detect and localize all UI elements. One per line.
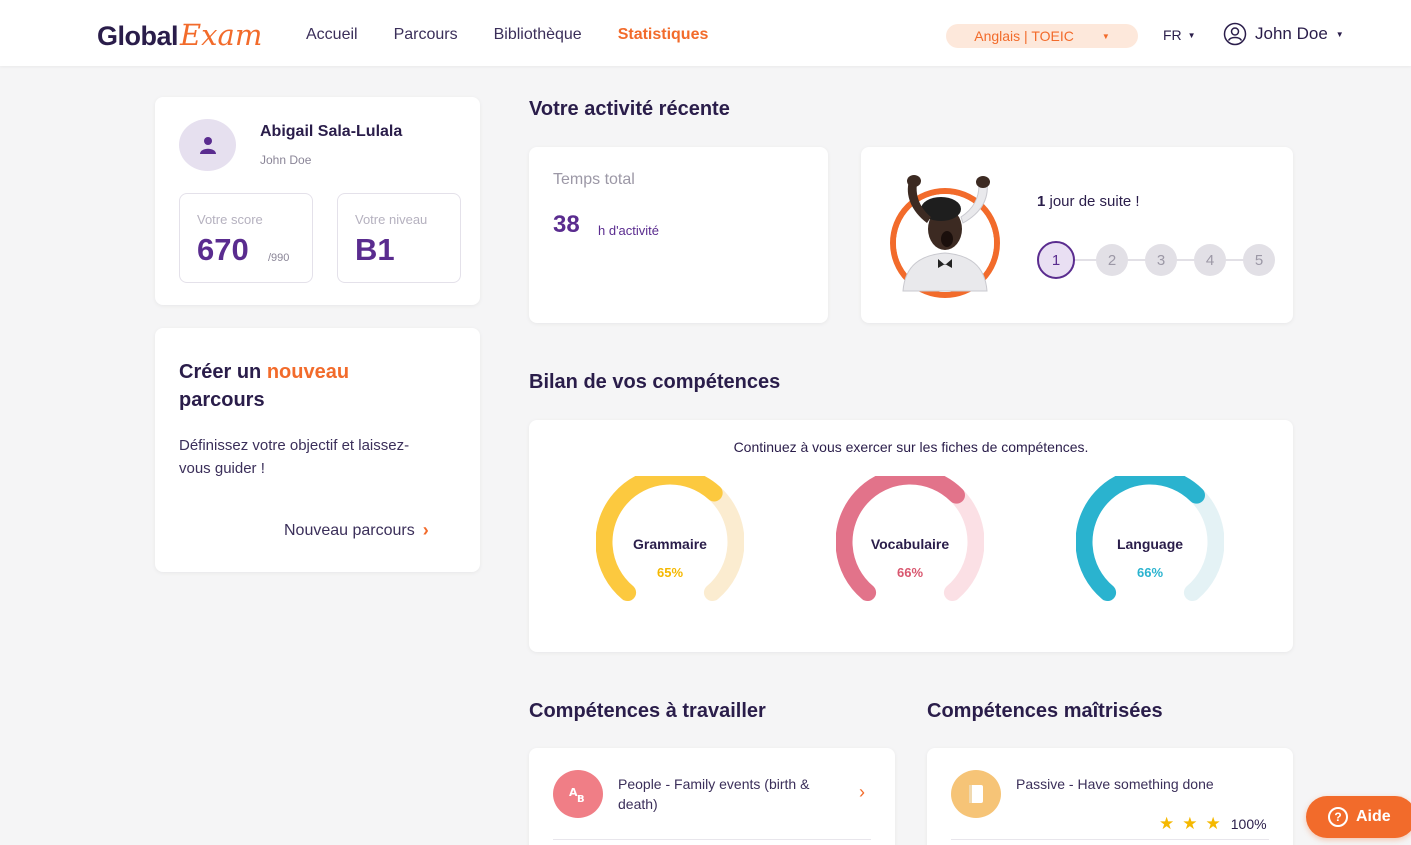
mastered-item-text[interactable]: Passive - Have something done [1016,774,1236,794]
language-select[interactable]: Anglais | TOEIC ▼ [946,24,1138,48]
mastery-percent: 100% [1230,816,1267,832]
user-name: John Doe [1255,24,1328,43]
skills-card: Continuez à vous exercer sur les fiches … [529,420,1293,652]
new-path-title-part2: parcours [179,389,265,411]
help-button[interactable]: ? Aide [1306,796,1411,838]
locale-value: FR [1163,27,1182,43]
activity-section-title: Votre activité récente [529,98,730,120]
to-work-card: A B People - Family events (birth & deat… [529,748,895,845]
streak-day-2: 2 [1096,244,1128,276]
mastered-card: Passive - Have something done ★ ★ ★ 100% [927,748,1293,845]
to-work-item-text[interactable]: People - Family events (birth & death) [618,774,838,814]
score-value: 670 [197,232,249,267]
chevron-right-icon: › [422,520,429,540]
level-value: B1 [355,232,395,267]
letters-icon: A B [569,786,585,805]
gauge-percent: 65% [656,565,684,580]
new-path-title-accent: nouveau [266,361,350,383]
streak-day-1: 1 [1037,241,1075,279]
to-work-section-title: Compétences à travailler [529,700,766,722]
profile-card: Abigail Sala-Lulala John Doe Votre score… [155,97,480,305]
book-icon [969,785,983,803]
svg-text:B: B [577,794,585,805]
star-icon: ★ [1182,814,1198,833]
chevron-down-icon: ▼ [1335,29,1344,39]
streak-day-4: 4 [1194,244,1226,276]
gauge-label: Grammaire [633,536,707,552]
new-path-link-label: Nouveau parcours [284,521,415,539]
logo-exam-text: Exam [180,18,263,52]
gauge-percent: 66% [1136,565,1164,580]
mastered-section-title: Compétences maîtrisées [927,700,1163,722]
gauge-percent: 66% [896,565,924,580]
streak-day-3: 3 [1145,244,1177,276]
nav-statistiques[interactable]: Statistiques [618,26,709,44]
user-menu[interactable]: John Doe ▼ [1223,22,1344,46]
streak-days: 1 2 3 4 5 [1037,241,1277,279]
vocabulary-icon: A B [553,770,603,818]
user-circle-icon [1223,22,1247,46]
total-time-label: Temps total [553,171,635,188]
score-label: Votre score [197,212,263,227]
chevron-down-icon: ▼ [1101,31,1110,41]
divider [553,839,871,840]
locale-select[interactable]: FR ▼ [1163,27,1196,43]
grammar-book-icon [951,770,1001,818]
total-time-unit: h d'activité [598,223,660,238]
total-time-value: 38 [553,211,580,238]
streak-text: jour de suite ! [1045,193,1140,210]
gauge-language[interactable]: Language 66% [1076,476,1236,626]
help-label: Aide [1356,808,1391,825]
gauge-label: Vocabulaire [870,536,950,552]
nav-bibliotheque[interactable]: Bibliothèque [494,26,582,44]
main-nav: Accueil Parcours Bibliothèque Statistiqu… [306,26,708,44]
gauge-grammaire[interactable]: Grammaire 65% [596,476,756,626]
profile-subtitle: John Doe [260,153,312,167]
top-header: Global Exam Accueil Parcours Bibliothèqu… [0,0,1411,66]
new-path-link[interactable]: Nouveau parcours › [284,520,429,541]
logo-global-text: Global [97,21,179,51]
skills-hint: Continuez à vous exercer sur les fiches … [733,439,1089,455]
star-icon: ★ [1159,814,1175,833]
question-circle-icon: ? [1328,807,1348,827]
skills-section-title: Bilan de vos compétences [529,371,781,393]
total-time-card: Temps total 38 h d'activité [529,147,828,323]
divider [951,839,1269,840]
level-box: Votre niveau B1 [337,193,461,283]
gauge-label: Language [1116,536,1184,552]
score-max: /990 [268,252,290,264]
language-select-value: Anglais | TOEIC [974,28,1074,44]
globalexam-logo[interactable]: Global Exam [97,18,262,52]
level-label: Votre niveau [355,212,428,227]
new-path-card: Créer un nouveau parcours Définissez vot… [155,328,480,572]
streak-title: 1 jour de suite ! [1037,193,1140,210]
excited-person-illustration [890,175,1000,298]
new-path-title: Créer un nouveau parcours [179,358,439,414]
star-icon: ★ [1205,814,1221,833]
profile-name: Abigail Sala-Lulala [260,123,403,140]
nav-accueil[interactable]: Accueil [306,26,358,44]
user-icon [199,137,216,154]
score-box: Votre score 670 /990 [179,193,313,283]
mastery-stars: ★ ★ ★ 100% [1159,814,1267,834]
avatar [179,119,236,171]
nav-parcours[interactable]: Parcours [394,26,458,44]
streak-day-5: 5 [1243,244,1275,276]
new-path-title-part1: Créer un [179,361,267,383]
new-path-description: Définissez votre objectif et laissez-vou… [179,437,410,477]
streak-card: 1 jour de suite ! 1 2 3 4 5 [861,147,1293,323]
chevron-right-icon[interactable]: › [859,782,865,803]
gauge-vocabulaire[interactable]: Vocabulaire 66% [836,476,996,626]
chevron-down-icon: ▼ [1187,30,1196,40]
